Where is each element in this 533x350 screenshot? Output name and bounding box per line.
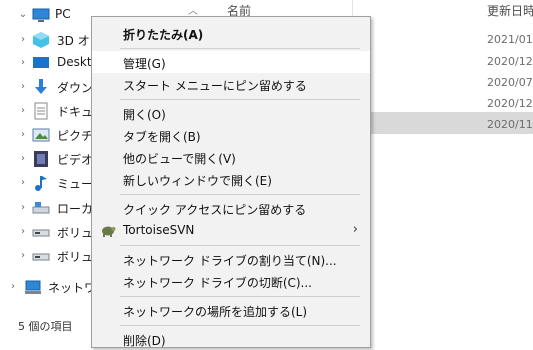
pictures-icon [32, 126, 50, 144]
local-disk-icon [32, 199, 50, 217]
menu-item-label: ネットワーク ドライブの切断(C)... [123, 276, 313, 290]
menu-item-label: 管理(G) [123, 57, 166, 71]
menu-separator [120, 245, 360, 246]
menu-item-open-tab[interactable]: タブを開く(B) [92, 124, 370, 146]
menu-separator [120, 48, 360, 49]
column-header-date[interactable]: 更新日時 [487, 2, 533, 19]
menu-item-collapse[interactable]: 折りたたみ(A) [92, 22, 370, 44]
chevron-right-icon[interactable]: › [17, 226, 29, 238]
menu-item-delete[interactable]: 削除(D) [92, 328, 370, 350]
chevron-right-icon[interactable]: › [17, 153, 29, 165]
network-icon [24, 278, 42, 296]
menu-item-map-network-drive[interactable]: ネットワーク ドライブの割り当て(N)... [92, 248, 370, 270]
chevron-right-icon[interactable]: › [17, 57, 29, 69]
file-date: 2021/01/ [487, 33, 533, 46]
desktop-icon [32, 54, 50, 72]
menu-item-label: TortoiseSVN [123, 223, 195, 237]
menu-item-pin-to-start[interactable]: スタート メニューにピン留めする [92, 73, 370, 95]
chevron-right-icon[interactable]: › [17, 177, 29, 189]
sort-indicator-icon: ︿ [188, 6, 198, 17]
file-date: 2020/12/ [487, 97, 533, 110]
menu-item-label: 他のビューで開く(V) [123, 152, 236, 166]
submenu-arrow-icon: › [352, 222, 358, 237]
download-icon [32, 78, 50, 96]
status-bar-item-count: 5 個の項目 [18, 320, 73, 333]
documents-icon [32, 102, 50, 120]
menu-item-label: 折りたたみ(A) [123, 28, 204, 42]
menu-separator [120, 99, 360, 100]
menu-item-label: ネットワーク ドライブの割り当て(N)... [123, 254, 337, 268]
chevron-right-icon[interactable]: › [17, 202, 29, 214]
menu-item-label: タブを開く(B) [123, 130, 201, 144]
menu-item-add-network-location[interactable]: ネットワークの場所を追加する(L) [92, 299, 370, 321]
menu-item-label: スタート メニューにピン留めする [123, 79, 307, 93]
menu-item-manage[interactable]: 管理(G) [92, 51, 370, 73]
menu-item-label: 削除(D) [123, 334, 166, 348]
chevron-right-icon[interactable]: › [17, 105, 29, 117]
menu-separator [120, 325, 360, 326]
volume-icon [32, 223, 50, 241]
file-date: 2020/07/ [487, 76, 533, 89]
file-date: 2020/12/ [487, 55, 533, 68]
music-icon [32, 174, 50, 192]
chevron-down-icon[interactable]: ⌄ [17, 9, 29, 21]
tortoisesvn-icon [100, 222, 116, 238]
menu-item-label: ネットワークの場所を追加する(L) [123, 305, 308, 319]
3d-objects-icon [32, 31, 50, 49]
nav-item-label: ビデオ [57, 153, 94, 167]
chevron-right-icon[interactable]: › [17, 34, 29, 46]
pc-icon [32, 6, 50, 24]
menu-item-open-other-view[interactable]: 他のビューで開く(V) [92, 146, 370, 168]
menu-item-disconnect-network-drive[interactable]: ネットワーク ドライブの切断(C)... [92, 270, 370, 292]
menu-item-label: 開く(O) [123, 108, 166, 122]
chevron-right-icon[interactable]: › [7, 281, 19, 293]
volume-icon [32, 247, 50, 265]
menu-item-open[interactable]: 開く(O) [92, 102, 370, 124]
context-menu: 折りたたみ(A) 管理(G) スタート メニューにピン留めする 開く(O) タブ… [91, 16, 371, 348]
menu-separator [120, 296, 360, 297]
file-date: 2020/11/ [487, 118, 533, 131]
menu-item-tortoisesvn[interactable]: TortoiseSVN › [92, 219, 370, 241]
menu-item-label: 新しいウィンドウで開く(E) [123, 174, 272, 188]
menu-item-pin-quick-access[interactable]: クイック アクセスにピン留めする [92, 197, 370, 219]
nav-item-label: PC [55, 7, 71, 21]
videos-icon [32, 150, 50, 168]
chevron-right-icon[interactable]: › [17, 81, 29, 93]
menu-item-label: クイック アクセスにピン留めする [123, 203, 307, 217]
menu-item-open-new-window[interactable]: 新しいウィンドウで開く(E) [92, 168, 370, 190]
chevron-right-icon[interactable]: › [17, 250, 29, 262]
menu-separator [120, 194, 360, 195]
chevron-right-icon[interactable]: › [17, 129, 29, 141]
